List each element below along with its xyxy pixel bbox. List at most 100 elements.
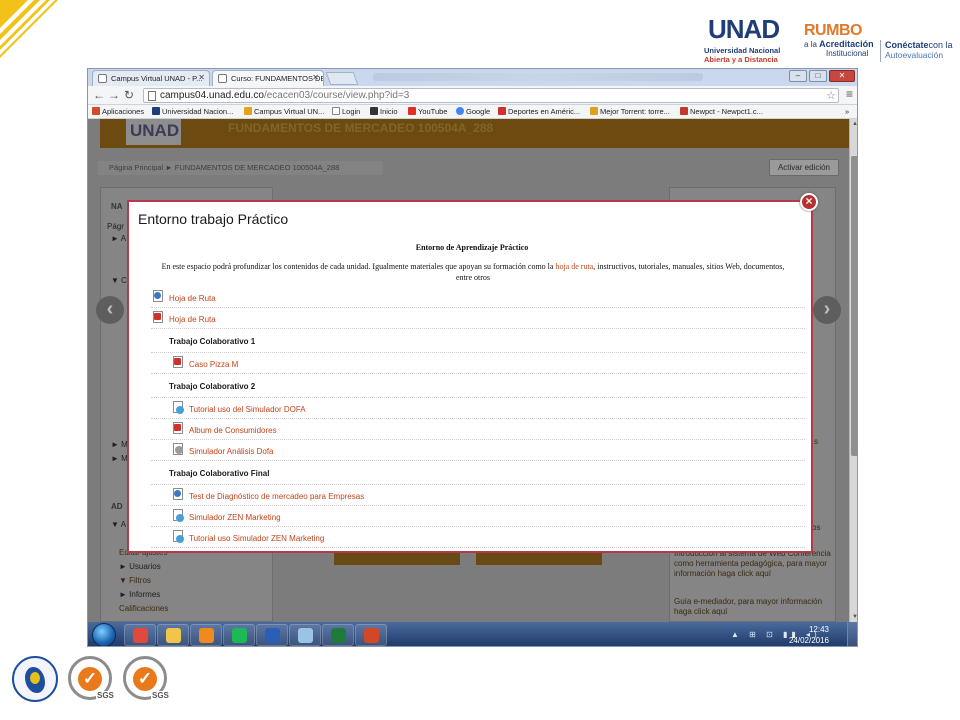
torrent-favicon-icon	[590, 107, 598, 115]
taskbar-excel-button[interactable]	[322, 624, 354, 646]
page-scrollbar[interactable]: ▲ ▼	[849, 119, 857, 622]
start-button[interactable]	[92, 623, 116, 646]
scroll-down-arrow-icon[interactable]: ▼	[850, 612, 857, 622]
taskbar-explorer-button[interactable]	[157, 624, 189, 646]
bookmark-inicio[interactable]: Inicio	[370, 107, 398, 116]
resource-row: Album de Consumidores	[151, 419, 805, 440]
web-conferencia-link[interactable]: Introducción al sistema de Web Conferenc…	[674, 549, 834, 579]
browser-tab-curso[interactable]: Curso: FUNDAMENTOS DE... ✕	[212, 70, 324, 86]
resource-link[interactable]: Tutorial uso Simulador ZEN Marketing	[189, 534, 324, 543]
page-favicon-icon	[332, 107, 340, 115]
navigation-block-title: NA	[111, 202, 123, 211]
bookmarks-bar: Aplicaciones Universidad Nacion... Campu…	[88, 105, 857, 119]
url-path: /ecacen03/course/view.php?id=3	[263, 90, 410, 101]
breadcrumb[interactable]: Página Principal ► FUNDAMENTOS DE MERCAD…	[98, 161, 383, 175]
rumbo-logo-word: RUMBO	[804, 22, 862, 39]
bookmark-apps[interactable]: Aplicaciones	[92, 107, 144, 116]
scrollbar-thumb[interactable]	[851, 156, 857, 456]
resource-link[interactable]: Caso Pizza M	[189, 360, 238, 369]
tab-favicon-icon	[98, 74, 107, 83]
scroll-up-arrow-icon[interactable]: ▲	[850, 119, 857, 129]
page-icon	[148, 91, 156, 101]
youtube-icon	[408, 107, 416, 115]
previous-arrow-icon[interactable]: ‹	[96, 296, 124, 324]
chrome-icon	[133, 628, 148, 643]
taskbar-paint-button[interactable]	[289, 624, 321, 646]
nav-fragment[interactable]: ► M	[111, 440, 128, 449]
resource-link[interactable]: Test de Diagnóstico de mercadeo para Emp…	[189, 492, 364, 501]
tab-close-icon[interactable]: ✕	[312, 73, 319, 82]
admin-item[interactable]: ▼ A	[111, 520, 126, 529]
guia-emediador-link[interactable]: Guía e-mediador, para mayor información …	[674, 597, 834, 617]
bookmarks-overflow[interactable]: »	[845, 107, 849, 116]
nav-fragment[interactable]: ► M	[111, 454, 128, 463]
resource-section: Trabajo Colaborativo Final	[151, 461, 805, 485]
resource-row: Tutorial uso del Simulador DOFA	[151, 398, 805, 419]
bookmark-universidad[interactable]: Universidad Nacion...	[152, 107, 233, 116]
taskbar-spotify-button[interactable]	[223, 624, 255, 646]
nav-fragment[interactable]: Págr	[107, 222, 124, 231]
admin-item-usuarios[interactable]: ► Usuarios	[119, 562, 161, 571]
bookmark-deportes[interactable]: Deportes en Améric...	[498, 107, 580, 116]
bookmark-login[interactable]: Login	[332, 107, 360, 116]
administration-block-title: AD	[111, 502, 123, 511]
taskbar-powerpoint-button[interactable]	[355, 624, 387, 646]
tab-close-icon[interactable]: ✕	[198, 73, 205, 82]
window-close-button[interactable]: ✕	[829, 70, 855, 82]
resource-link[interactable]: Album de Consumidores	[189, 426, 277, 435]
taskbar-word-button[interactable]	[256, 624, 288, 646]
address-bar-row: ← → ↻ campus04.unad.edu.co/ecacen03/cour…	[88, 86, 857, 105]
modal-close-icon[interactable]: ×	[800, 193, 818, 211]
show-desktop-button[interactable]	[847, 622, 857, 646]
pdf-file-icon	[173, 356, 185, 369]
explorer-icon	[166, 628, 181, 643]
admin-item-informes[interactable]: ► Informes	[119, 590, 160, 599]
powerpoint-icon	[364, 628, 379, 643]
bookmark-google[interactable]: Google	[456, 107, 490, 116]
resource-link[interactable]: Hoja de Ruta	[169, 315, 216, 324]
browser-menu-icon[interactable]: ≡	[846, 87, 853, 101]
nav-fragment[interactable]: ▼ C	[111, 276, 127, 285]
resource-row: Hoja de Ruta	[151, 308, 805, 329]
course-logo: UNAD	[126, 119, 181, 145]
url-host: campus04.unad.edu.co	[160, 90, 264, 101]
entorno-practico-modal: Entorno trabajo Práctico Entorno de Apre…	[127, 200, 813, 553]
url-input[interactable]: campus04.unad.edu.co/ecacen03/course/vie…	[143, 88, 839, 103]
resource-row: Hoja de Ruta	[151, 287, 805, 308]
taskbar-chrome-button[interactable]	[124, 624, 156, 646]
forward-arrow-icon[interactable]: →	[108, 88, 120, 102]
conectate-connector: con la	[928, 40, 953, 50]
resource-link[interactable]: Simulador Análisis Dofa	[189, 447, 273, 456]
bookmark-star-icon[interactable]: ☆	[826, 89, 836, 102]
bookmark-mejor-torrent[interactable]: Mejor Torrent: torre...	[590, 107, 670, 116]
unad-logo: UNAD Universidad Nacional Abierta y a Di…	[700, 10, 800, 68]
resource-link[interactable]: Tutorial uso del Simulador DOFA	[189, 405, 306, 414]
new-tab-button[interactable]	[325, 72, 359, 85]
excel-icon	[331, 628, 346, 643]
globe-file-icon	[173, 509, 185, 522]
minimize-button[interactable]: –	[789, 70, 807, 82]
reload-icon[interactable]: ↻	[124, 88, 134, 102]
bookmark-youtube[interactable]: YouTube	[408, 107, 447, 116]
activar-edicion-button[interactable]: Activar edición	[768, 159, 839, 176]
nav-fragment[interactable]: ► A	[111, 234, 126, 243]
resource-link[interactable]: Hoja de Ruta	[169, 294, 216, 303]
admin-item-calificaciones[interactable]: Calificaciones	[119, 604, 168, 613]
browser-tab-campus-virtual[interactable]: Campus Virtual UNAD - P... ✕	[92, 70, 210, 86]
bookmark-newpct[interactable]: Newpct - Newpct1.c...	[680, 107, 763, 116]
taskbar-media-player-button[interactable]	[190, 624, 222, 646]
back-arrow-icon[interactable]: ←	[93, 88, 105, 102]
url-file-icon	[153, 290, 165, 303]
maximize-button[interactable]: □	[809, 70, 827, 82]
bookmark-campus-virtual[interactable]: Campus Virtual UN...	[244, 107, 324, 116]
breadcrumb-row: Página Principal ► FUNDAMENTOS DE MERCAD…	[88, 153, 849, 179]
globe-file-icon	[173, 401, 185, 414]
clock-time[interactable]: 12:43	[809, 625, 829, 634]
tab-favicon-icon	[218, 74, 227, 83]
admin-item-filtros[interactable]: ▼ Filtros	[119, 576, 151, 585]
resource-link[interactable]: Simulador ZEN Marketing	[189, 513, 281, 522]
clock-date[interactable]: 24/02/2016	[789, 636, 829, 645]
hoja-de-ruta-inline-link[interactable]: hoja de ruta	[555, 262, 593, 271]
next-arrow-icon[interactable]: ›	[813, 296, 841, 324]
apps-grid-icon	[92, 107, 100, 115]
